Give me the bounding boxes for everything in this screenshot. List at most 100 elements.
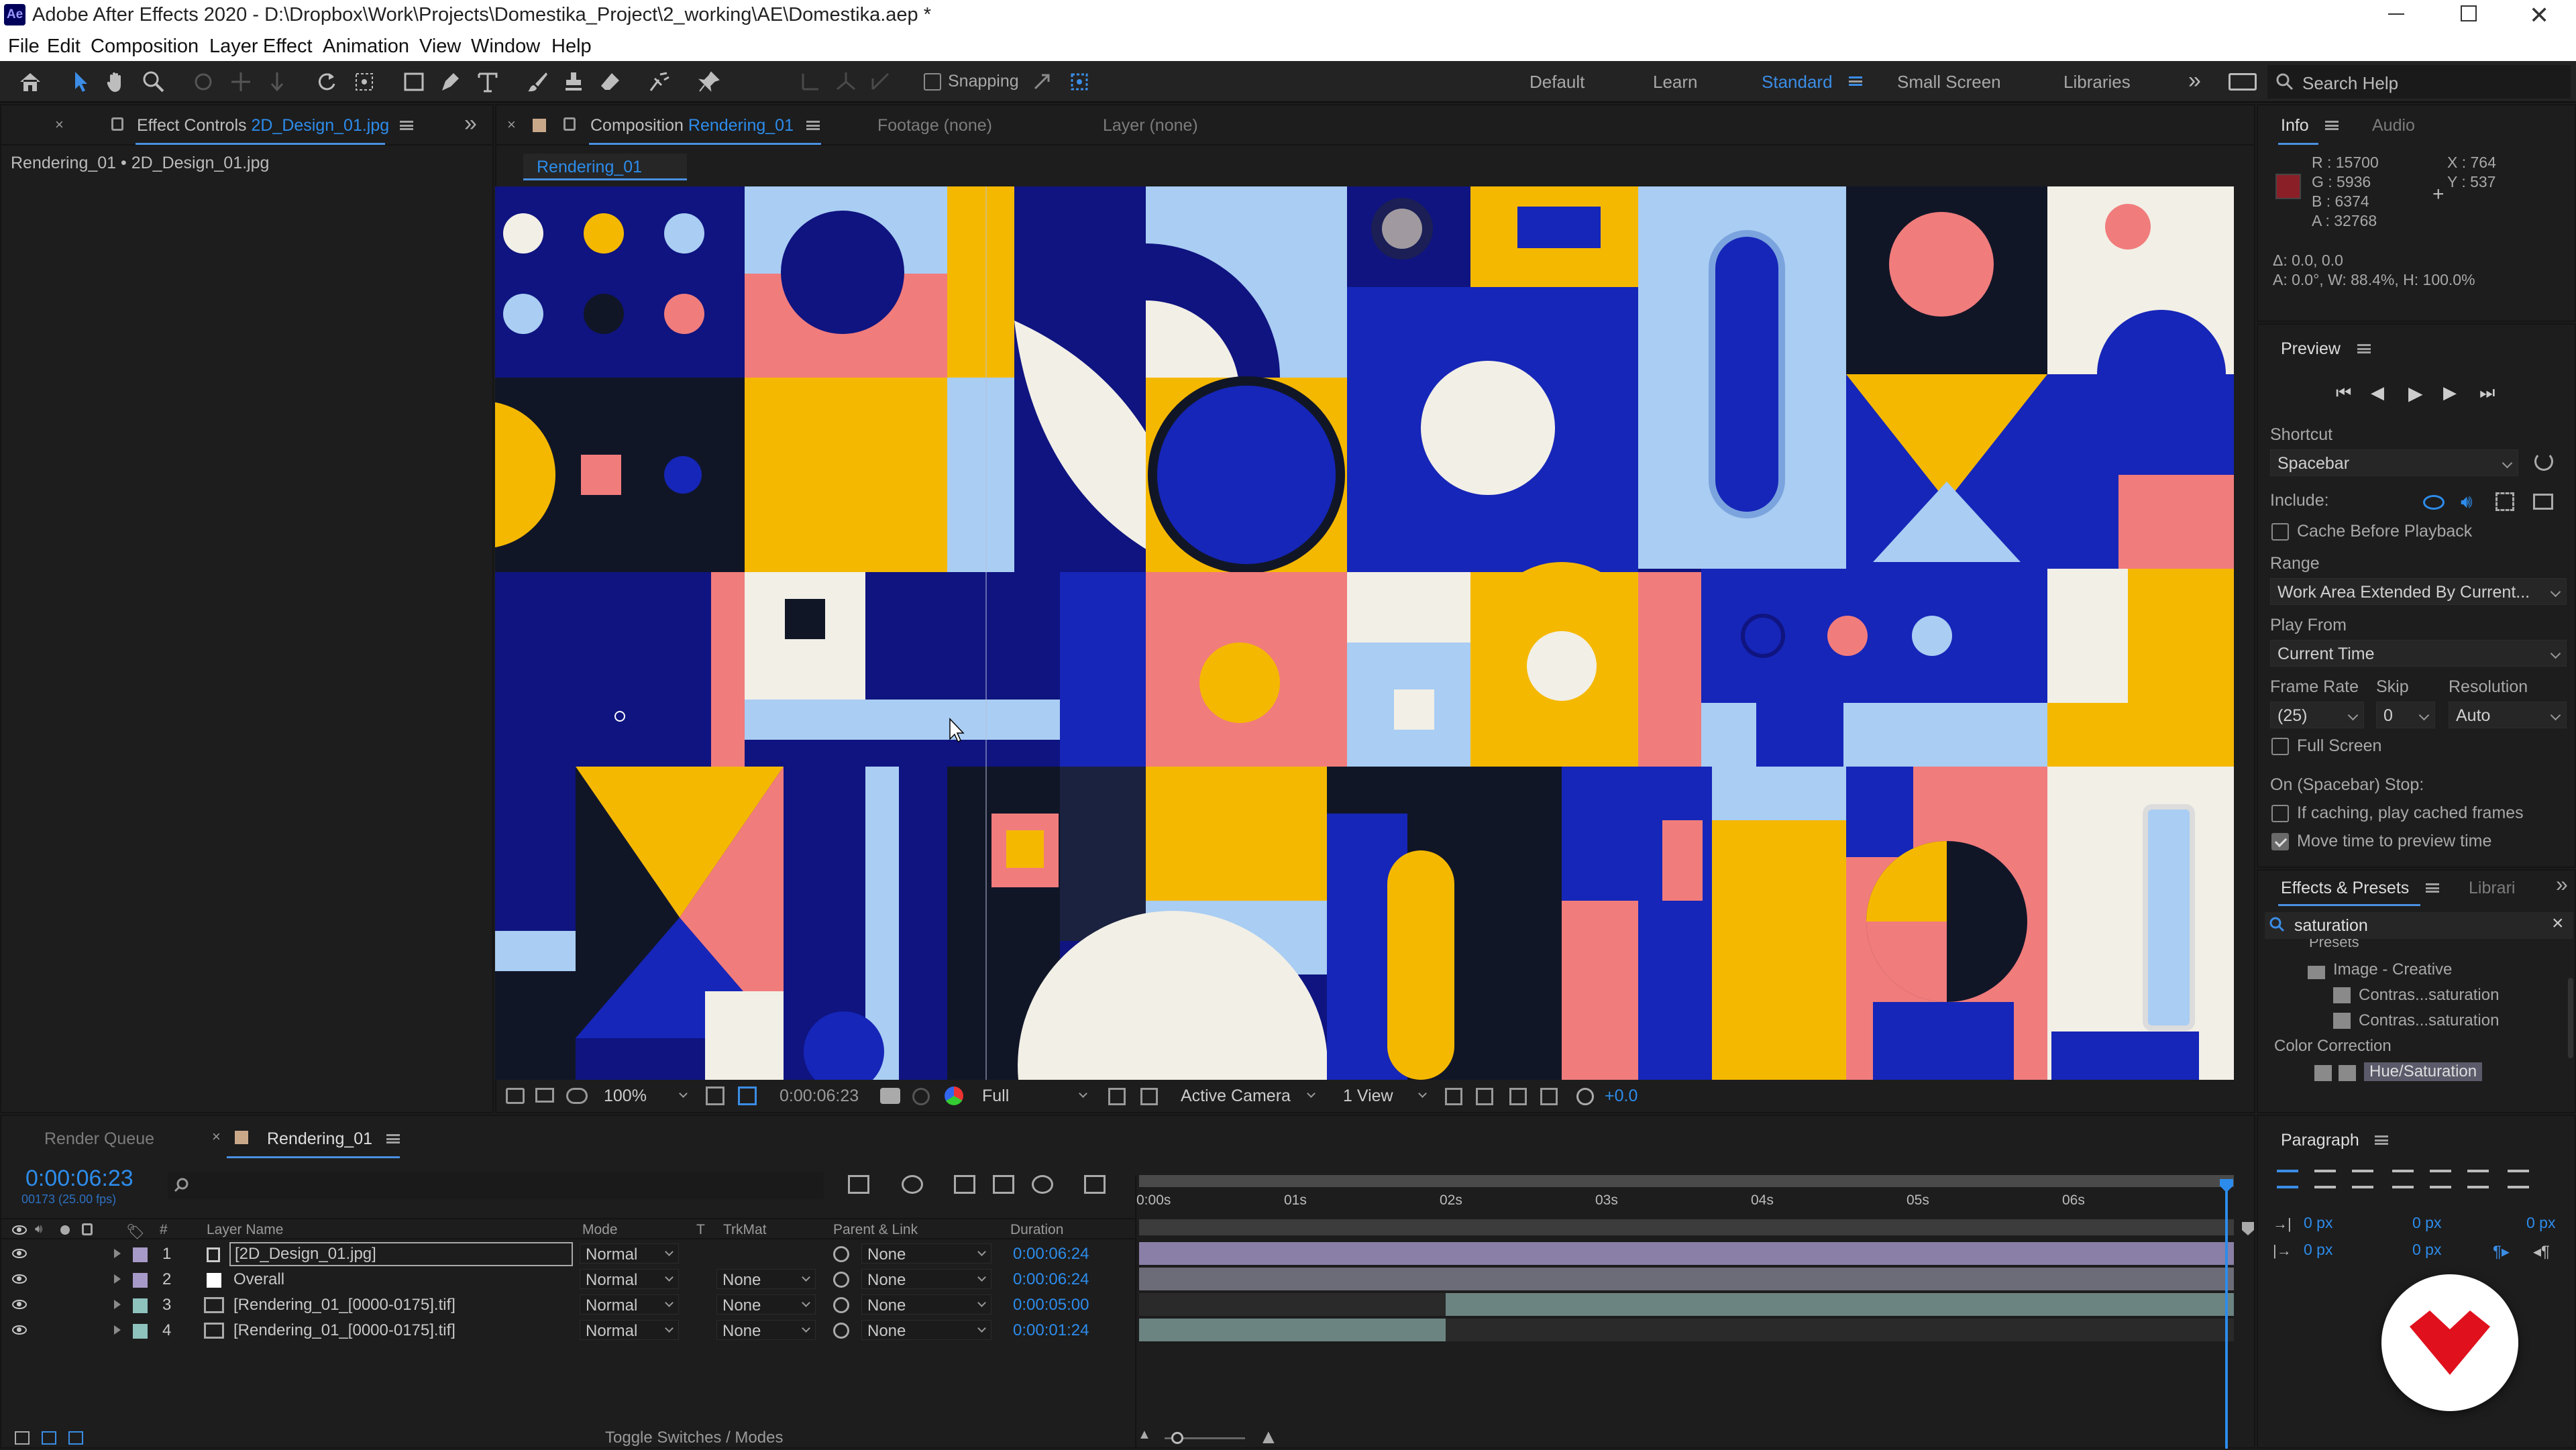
- exposure-value[interactable]: +0.0: [1605, 1086, 1638, 1106]
- layer-track-area[interactable]: [1139, 1241, 2234, 1348]
- info-tab[interactable]: Info: [2281, 116, 2309, 135]
- parent-pickwhip-icon[interactable]: [833, 1323, 849, 1339]
- composition-viewer[interactable]: [495, 186, 2234, 1080]
- panel-menu-icon[interactable]: [2375, 1135, 2388, 1145]
- tree-item-presets[interactable]: Presets: [2309, 939, 2359, 951]
- workspace-libraries[interactable]: Libraries: [2063, 72, 2131, 93]
- toggle-pixel-aspect-icon[interactable]: [1445, 1088, 1462, 1105]
- audio-tab[interactable]: Audio: [2372, 116, 2415, 135]
- layer-duration[interactable]: 0:00:01:24: [1013, 1321, 1089, 1340]
- grid-icon[interactable]: [706, 1086, 724, 1105]
- minimize-button[interactable]: [2388, 13, 2404, 15]
- search-help-box[interactable]: Search Help: [2267, 65, 2571, 99]
- menu-animation[interactable]: Animation: [323, 36, 409, 58]
- layer-row-1[interactable]: 1 [2D_Design_01.jpg] Normal None 0:00:06…: [1, 1241, 1135, 1266]
- menu-layer[interactable]: Layer: [209, 36, 258, 58]
- layer-tab[interactable]: Layer (none): [1103, 116, 1198, 135]
- effect-controls-tab[interactable]: Effect Controls 2D_Design_01.jpg: [137, 116, 389, 135]
- brush-tool-icon[interactable]: [523, 68, 551, 96]
- panel-menu-icon[interactable]: [2357, 344, 2371, 353]
- mode-select[interactable]: Normal: [580, 1320, 679, 1340]
- align-left-icon[interactable]: [2277, 1170, 2298, 1188]
- visibility-eye-icon[interactable]: [12, 1249, 27, 1258]
- workspace-small-screen[interactable]: Small Screen: [1897, 72, 2001, 93]
- parent-select[interactable]: None: [861, 1243, 991, 1264]
- shy-layers-icon[interactable]: [954, 1175, 975, 1194]
- close-panel-icon[interactable]: ×: [507, 116, 516, 133]
- dolly-camera-tool-icon[interactable]: [263, 68, 291, 96]
- play-button[interactable]: ▶: [2408, 382, 2423, 404]
- layer-duration[interactable]: 0:00:06:24: [1013, 1270, 1089, 1289]
- effect-item-row[interactable]: Hue/Saturation: [2258, 1061, 2576, 1085]
- mode-select[interactable]: Normal: [580, 1243, 679, 1264]
- visibility-eye-icon[interactable]: [12, 1274, 27, 1284]
- panel-expand-icon[interactable]: »: [464, 111, 477, 137]
- zoom-slider-handle[interactable]: [1171, 1432, 1183, 1444]
- timeline-current-time[interactable]: 0:00:06:23: [25, 1166, 133, 1192]
- expand-chevron-icon[interactable]: [114, 1274, 121, 1284]
- zoom-in-icon[interactable]: ▲: [1258, 1426, 1279, 1449]
- current-time-display[interactable]: 0:00:06:23: [780, 1086, 859, 1106]
- parent-pickwhip-icon[interactable]: [833, 1297, 849, 1313]
- snap-edges-icon[interactable]: [1028, 68, 1056, 96]
- space-after-value[interactable]: 0 px: [2526, 1214, 2555, 1232]
- fast-previews-icon[interactable]: [1108, 1088, 1126, 1105]
- include-audio-icon[interactable]: 🔊︎: [2461, 491, 2473, 513]
- layer-duration-bar[interactable]: [1445, 1293, 2234, 1316]
- last-frame-button[interactable]: ⏭: [2479, 382, 2495, 404]
- camera-dropdown[interactable]: Active Camera: [1181, 1086, 1315, 1107]
- rectangle-tool-icon[interactable]: [400, 68, 428, 96]
- text-direction-rtl-icon[interactable]: ◂¶: [2533, 1242, 2550, 1262]
- render-queue-tab[interactable]: Render Queue: [44, 1129, 154, 1149]
- video-switch-header-icon[interactable]: [12, 1225, 27, 1235]
- time-ruler[interactable]: 0:00s 01s 02s 03s 04s 05s 06s: [1136, 1190, 2237, 1218]
- trkmat-select[interactable]: None: [716, 1294, 816, 1315]
- snap-features-icon[interactable]: [1065, 68, 1093, 96]
- parent-pickwhip-icon[interactable]: [833, 1272, 849, 1288]
- resolution-dropdown[interactable]: Full: [982, 1086, 1089, 1107]
- channel-icon[interactable]: [945, 1086, 963, 1105]
- align-center-icon[interactable]: [2314, 1170, 2336, 1188]
- range-dropdown[interactable]: Work Area Extended By Current...: [2270, 578, 2567, 605]
- snapping-checkbox[interactable]: [924, 73, 941, 91]
- menu-file[interactable]: File: [8, 36, 40, 58]
- menu-help[interactable]: Help: [551, 36, 592, 58]
- panel-menu-icon[interactable]: [2426, 883, 2439, 893]
- layer-duration-bar[interactable]: [1139, 1242, 2234, 1265]
- menu-window[interactable]: Window: [471, 36, 540, 58]
- first-frame-button[interactable]: ⏮: [2336, 382, 2351, 404]
- justify-all-icon[interactable]: [2508, 1170, 2529, 1188]
- layer-search-box[interactable]: [168, 1172, 824, 1199]
- comp-marker-well-icon[interactable]: [2242, 1222, 2254, 1235]
- shortcut-dropdown[interactable]: Spacebar: [2270, 449, 2518, 476]
- comp-flowchart-icon[interactable]: [848, 1175, 869, 1194]
- workspace-standard[interactable]: Standard: [1762, 72, 1833, 93]
- show-snapshot-icon[interactable]: [912, 1088, 930, 1105]
- trkmat-select[interactable]: None: [716, 1320, 816, 1340]
- pen-tool-icon[interactable]: [436, 68, 464, 96]
- frame-blending-icon[interactable]: [993, 1175, 1014, 1194]
- hand-tool-icon[interactable]: [102, 68, 130, 96]
- export-icon[interactable]: [2533, 494, 2553, 510]
- indent-first-value[interactable]: 0 px: [2304, 1241, 2332, 1259]
- layer-duration-bar[interactable]: [1139, 1268, 2234, 1290]
- solo-header-icon[interactable]: [60, 1225, 70, 1235]
- indent-left-value[interactable]: 0 px: [2304, 1214, 2332, 1232]
- motion-blur-icon[interactable]: [1032, 1175, 1053, 1194]
- keyboard-shortcuts-icon[interactable]: [2229, 73, 2257, 91]
- tree-item-color-correction[interactable]: Color Correction: [2274, 1037, 2392, 1056]
- puppet-pin-tool-icon[interactable]: [695, 68, 723, 96]
- if-caching-checkbox[interactable]: [2271, 805, 2289, 822]
- layer-label-color[interactable]: [133, 1247, 148, 1262]
- layer-label-color[interactable]: [133, 1273, 148, 1288]
- layer-label-color[interactable]: [133, 1298, 148, 1313]
- footage-tab[interactable]: Footage (none): [877, 116, 992, 135]
- pan-camera-tool-icon[interactable]: [227, 68, 255, 96]
- timeline-icon[interactable]: [1509, 1088, 1527, 1105]
- eraser-tool-icon[interactable]: [596, 68, 624, 96]
- visibility-eye-icon[interactable]: [12, 1300, 27, 1309]
- transfer-controls-icon[interactable]: [42, 1431, 56, 1445]
- menu-edit[interactable]: Edit: [47, 36, 80, 58]
- frame-rate-dropdown[interactable]: (25): [2270, 702, 2364, 728]
- rotation-tool-icon[interactable]: [313, 68, 341, 96]
